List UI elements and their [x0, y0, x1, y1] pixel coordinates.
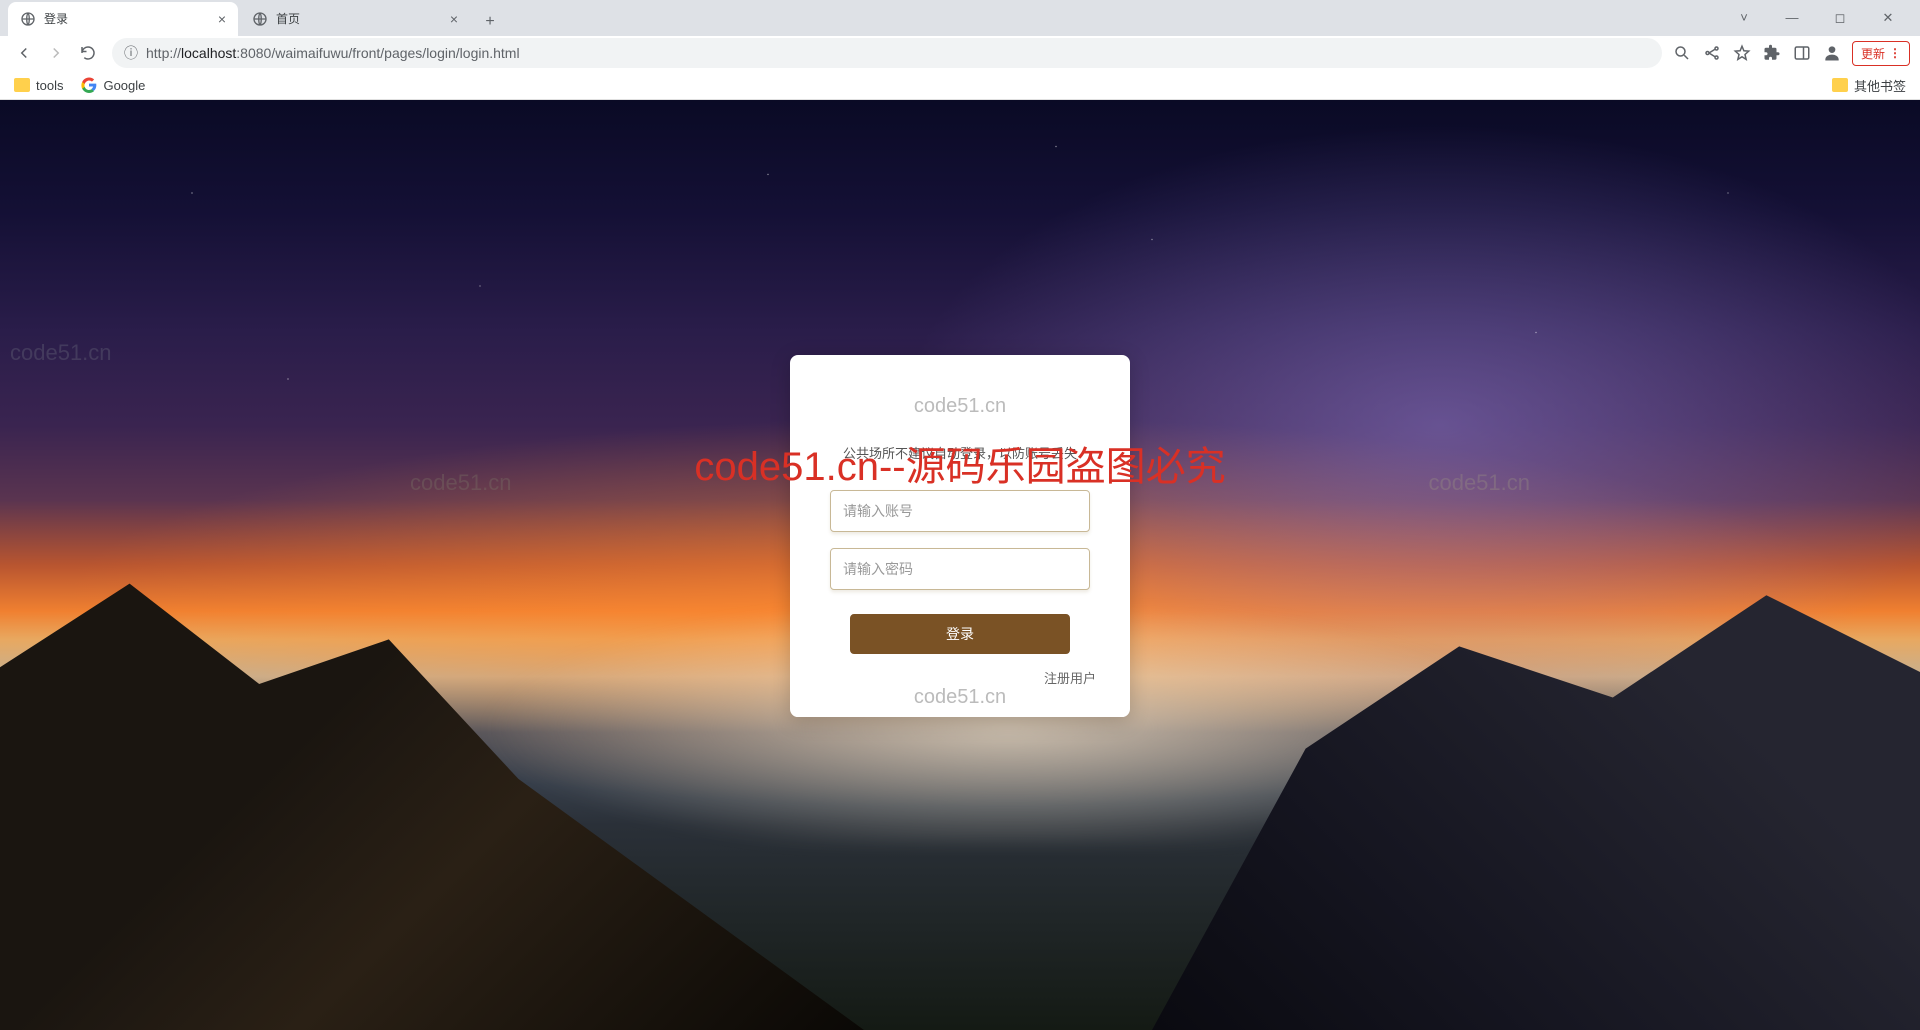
globe-icon [20, 11, 36, 27]
back-button[interactable] [10, 39, 38, 67]
folder-icon [1832, 78, 1848, 92]
watermark: code51.cn [914, 395, 1006, 418]
login-button[interactable]: 登录 [850, 614, 1070, 654]
chevron-down-icon[interactable]: ˅ [1724, 10, 1764, 25]
tab-bar: 登录 × 首页 × + ˅ — ◻ ✕ [0, 0, 1920, 36]
folder-icon [14, 78, 30, 92]
zoom-icon[interactable] [1672, 43, 1692, 63]
url-path: /waimaifuwu/front/pages/login/login.html [271, 45, 519, 61]
extensions-icon[interactable] [1762, 43, 1782, 63]
url-host: localhost [181, 45, 236, 61]
browser-chrome: 登录 × 首页 × + ˅ — ◻ ✕ ⓘ http://localhost:8… [0, 0, 1920, 100]
password-input[interactable] [830, 548, 1090, 590]
close-window-button[interactable]: ✕ [1868, 10, 1908, 26]
google-icon [81, 77, 97, 93]
bookmark-google[interactable]: Google [81, 77, 145, 93]
url-port: :8080 [236, 45, 271, 61]
tab-home[interactable]: 首页 × [240, 2, 470, 36]
minimize-button[interactable]: — [1772, 10, 1812, 25]
maximize-button[interactable]: ◻ [1820, 10, 1860, 26]
username-input[interactable] [830, 490, 1090, 532]
login-card: code51.cn 公共场所不建议自动登录，以防账号丢失 登录 注册用户 cod… [790, 355, 1130, 717]
tab-login[interactable]: 登录 × [8, 2, 238, 36]
toolbar-icons: 更新⋮ [1672, 41, 1910, 66]
sidepanel-icon[interactable] [1792, 43, 1812, 63]
watermark: code51.cn [914, 686, 1006, 709]
new-tab-button[interactable]: + [476, 8, 504, 36]
forward-button[interactable] [42, 39, 70, 67]
update-button[interactable]: 更新⋮ [1852, 41, 1910, 66]
url-input[interactable]: ⓘ http://localhost:8080/waimaifuwu/front… [112, 38, 1662, 68]
tab-title: 登录 [44, 10, 68, 27]
address-bar: ⓘ http://localhost:8080/waimaifuwu/front… [0, 36, 1920, 72]
share-icon[interactable] [1702, 43, 1722, 63]
close-icon[interactable]: × [450, 11, 458, 27]
info-icon: ⓘ [124, 43, 138, 63]
globe-icon [252, 11, 268, 27]
url-prefix: http:// [146, 45, 181, 61]
profile-icon[interactable] [1822, 43, 1842, 63]
window-controls: ˅ — ◻ ✕ [1724, 0, 1920, 36]
login-hint: 公共场所不建议自动登录，以防账号丢失 [843, 443, 1077, 462]
tab-title: 首页 [276, 10, 300, 27]
bookmark-tools[interactable]: tools [14, 78, 63, 93]
close-icon[interactable]: × [218, 11, 226, 27]
bookmark-other[interactable]: 其他书签 [1832, 76, 1906, 95]
reload-button[interactable] [74, 39, 102, 67]
star-icon[interactable] [1732, 43, 1752, 63]
page-content: code51.cn code51.cn code51.cn code51.cn … [0, 100, 1920, 1030]
bookmarks-bar: tools Google 其他书签 [0, 71, 1920, 99]
register-link[interactable]: 注册用户 [1044, 668, 1096, 687]
